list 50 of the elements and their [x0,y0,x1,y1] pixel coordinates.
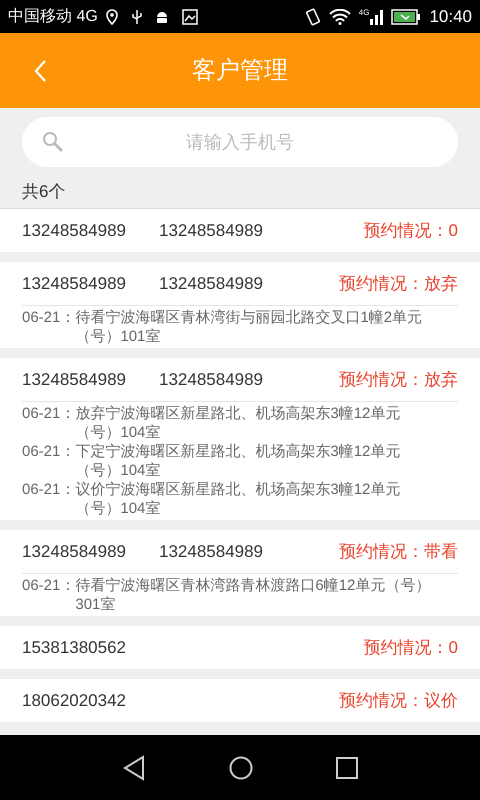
phone-number: 13248584989 [22,368,126,391]
customer-card[interactable]: 13248584989 13248584989 预约情况：放弃 06-21：待看宁波海曙区青林湾街与丽园北路交叉口1幢2单元（号）101室 [0,262,480,348]
customer-card[interactable]: 13248584989 13248584989 预约情况：放弃 06-21：放弃宁波海曙区新星路北、机场高架东3幢12单元（号）104室 06-21：下定宁波海曙区新星路北、机场高架东3幢12单元（号）104室 06-21：议价宁波海曙区新星路北、机场高架东3幢12单元（号）104室 [0,358,480,520]
customer-card[interactable]: 13248584989 13248584989 预约情况：0 [0,209,480,252]
location-icon [106,8,118,24]
appointment-status: 预约情况：带看 [339,540,458,563]
appointment-status: 预约情况：放弃 [339,272,458,295]
phone-number: 13248584989 [22,272,126,295]
phone-number: 13248584989 [159,220,264,242]
appointment-status: 预约情况：0 [364,636,458,659]
page-title: 客户管理 [192,56,288,86]
phone-number: 18062020342 [22,690,126,712]
record-text: 待看宁波海曙区青林湾街与丽园北路交叉口1幢2单元（号）101室 [75,308,424,346]
appointment-status: 预约情况：议价 [339,690,458,712]
phone-number: 13248584989 [159,368,264,391]
phone-number: 15381380562 [22,636,126,659]
record-text: 议价宁波海曙区新星路北、机场高架东3幢12单元（号）104室 [75,480,402,518]
signal-icon [369,8,384,24]
home-icon[interactable] [228,756,253,780]
phone-number: 13248584989 [159,540,264,563]
recent-apps-icon[interactable] [336,756,358,778]
network-label: 4G [358,8,370,16]
record-date: 06-21： [22,576,76,596]
customer-card[interactable]: 15381380562 预约情况：0 [0,626,480,669]
carrier-label: 中国移动 4G [8,6,98,26]
phone-number: 13248584989 [159,272,264,295]
appointment-status: 预约情况：0 [364,220,458,242]
wifi-icon [328,8,351,24]
usb-icon [132,8,142,24]
record-date: 06-21： [22,404,76,424]
battery-icon [391,8,422,24]
record-text: 待看宁波海曙区青林湾路青林渡路口6幢12单元（号）301室 [75,576,432,614]
customer-card[interactable]: 13248584989 13248584989 预约情况：带看 06-21：待看宁波海曙区青林湾路青林渡路口6幢12单元（号）301室 [0,530,480,616]
image-icon [182,8,198,24]
record-text: 放弃宁波海曙区新星路北、机场高架东3幢12单元（号）104室 [75,404,402,442]
back-icon [33,58,47,82]
search-field[interactable]: 请输入手机号 [22,117,458,167]
clock: 10:40 [429,6,472,28]
back-icon[interactable] [122,754,146,780]
search-icon [42,131,64,153]
record-date: 06-21： [22,442,76,462]
phone-number: 13248584989 [22,540,126,563]
result-count: 共6个 [22,181,66,204]
record-date: 06-21： [22,480,76,500]
customer-card[interactable]: 18062020342 预约情况：议价 [0,679,480,722]
record-date: 06-21： [22,308,76,328]
vibrate-icon [304,8,321,26]
record-text: 下定宁波海曙区新星路北、机场高架东3幢12单元（号）104室 [75,442,402,480]
phone-number: 13248584989 [22,220,126,242]
appointment-status: 预约情况：放弃 [339,368,458,391]
